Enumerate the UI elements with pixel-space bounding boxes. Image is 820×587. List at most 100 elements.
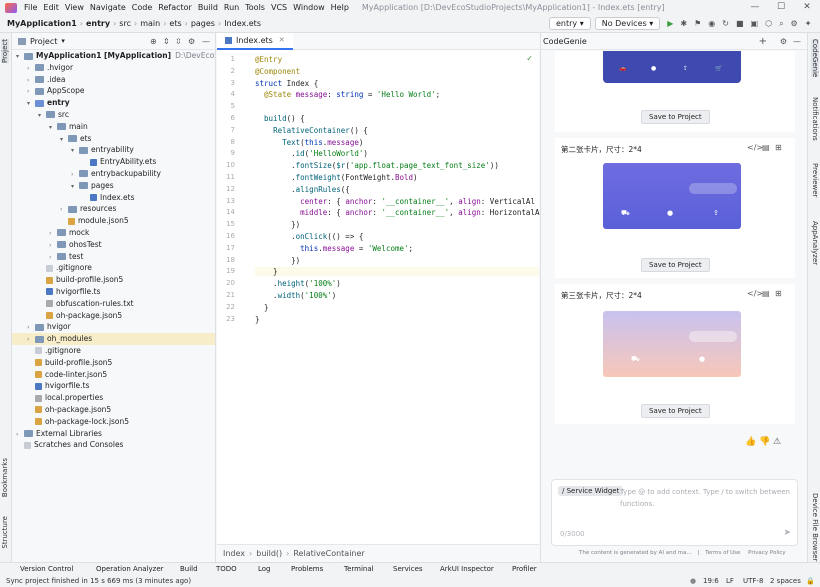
sdk-icon[interactable]: ⬡ <box>765 19 772 28</box>
terms-link[interactable]: Terms of Use <box>705 550 740 556</box>
code-line[interactable]: .onClick(() => { <box>255 232 363 241</box>
tree-item[interactable]: EntryAbility.ets <box>12 156 215 168</box>
tree-item[interactable]: build-profile.json5 <box>12 274 215 286</box>
collapse-all-icon[interactable]: ⇕ <box>163 37 170 46</box>
code-line[interactable]: .id('HelloWorld') <box>255 149 368 158</box>
code-line[interactable]: RelativeContainer() { <box>255 126 368 135</box>
code-line[interactable]: this.message = 'Welcome'; <box>255 244 413 253</box>
code-line[interactable]: @Entry <box>255 55 282 64</box>
code-line[interactable]: @Component <box>255 67 300 76</box>
genie-hide-icon[interactable]: — <box>793 37 801 46</box>
code-line[interactable]: } <box>255 267 539 277</box>
lock-icon[interactable]: 🔒 <box>806 577 815 585</box>
service-widget-tag[interactable]: / Service Widget <box>558 486 624 496</box>
tree-item[interactable]: oh-package.json5 <box>12 404 215 416</box>
chevron-right-icon[interactable]: › <box>49 228 57 239</box>
chevron-right-icon[interactable]: › <box>27 63 35 74</box>
menu-view[interactable]: View <box>62 3 87 12</box>
tree-item[interactable]: › ohosTest <box>12 239 215 251</box>
send-icon[interactable]: ➤ <box>783 528 791 538</box>
tree-item[interactable]: ▾ MyApplication1 [MyApplication] D:\DevEco… <box>12 50 215 62</box>
tab-index-ets[interactable]: Index.ets ✕ <box>217 32 293 50</box>
crumb-entry[interactable]: entry <box>83 19 113 28</box>
chevron-right-icon[interactable]: › <box>16 429 24 440</box>
sync-icon[interactable]: ↻ <box>722 19 729 28</box>
menu-refactor[interactable]: Refactor <box>155 3 195 12</box>
privacy-link[interactable]: Privacy Policy <box>748 550 785 556</box>
crumb-project[interactable]: MyApplication1 <box>4 19 80 28</box>
expand-all-icon[interactable]: ⇳ <box>175 37 182 46</box>
code-line[interactable]: } <box>255 303 269 312</box>
save-to-project-button-1[interactable]: Save to Project <box>641 110 710 124</box>
tree-item[interactable]: › test <box>12 251 215 263</box>
code-area[interactable]: @Entry @Component struct Index { @State me… <box>217 51 539 544</box>
tree-item[interactable]: Scratches and Consoles <box>12 439 215 451</box>
tab-close-icon[interactable]: ✕ <box>279 36 285 44</box>
assistant-icon[interactable]: ✦ <box>805 19 812 28</box>
chevron-down-icon[interactable]: ▾ <box>71 181 79 192</box>
tree-item[interactable]: › External Libraries <box>12 428 215 440</box>
menu-help[interactable]: Help <box>328 3 352 12</box>
device-file-browser-tool-tab[interactable]: Device File Browser <box>811 493 819 561</box>
menu-navigate[interactable]: Navigate <box>87 3 129 12</box>
bottom-tab-todo[interactable]: TODO <box>216 565 237 573</box>
tree-item[interactable]: obfuscation-rules.txt <box>12 298 215 310</box>
bottom-tab-services[interactable]: Services <box>393 565 423 573</box>
tree-item[interactable]: local.properties <box>12 392 215 404</box>
tree-item[interactable]: › AppScope <box>12 85 215 97</box>
tree-item[interactable]: ▾ main <box>12 121 215 133</box>
tree-item[interactable]: ▾ entryability <box>12 144 215 156</box>
menu-vcs[interactable]: VCS <box>268 3 290 12</box>
tree-item[interactable]: .gitignore <box>12 345 215 357</box>
crumb-pages[interactable]: pages <box>188 19 218 28</box>
genie-settings-icon[interactable]: ⚙ <box>780 37 787 46</box>
code-line[interactable]: }) <box>255 256 300 265</box>
settings-icon[interactable]: ⚙ <box>791 19 798 28</box>
notifications-tool-tab[interactable]: Notifications <box>811 97 819 141</box>
bottom-tab-arkui-inspector[interactable]: ArkUI Inspector <box>440 565 494 573</box>
search-icon[interactable]: ⌕ <box>779 19 783 29</box>
bottom-tab-operation-analyzer[interactable]: Operation Analyzer <box>96 565 164 573</box>
bookmarks-tool-tab[interactable]: Bookmarks <box>1 458 9 497</box>
maximize-icon[interactable]: ☐ <box>768 0 794 15</box>
code-line[interactable]: .alignRules({ <box>255 185 350 194</box>
tree-item[interactable]: › oh_modules <box>12 333 215 345</box>
tree-item[interactable]: module.json5 <box>12 215 215 227</box>
chevron-down-icon[interactable]: ▾ <box>38 110 46 121</box>
tree-item[interactable]: › mock <box>12 227 215 239</box>
locate-icon[interactable]: ⊕ <box>150 37 157 46</box>
chevron-right-icon[interactable]: › <box>49 252 57 263</box>
tree-item[interactable]: ▾ ets <box>12 133 215 145</box>
crumb-src[interactable]: src <box>116 19 134 28</box>
tree-item[interactable]: › hvigor <box>12 321 215 333</box>
crumb-main[interactable]: main <box>137 19 163 28</box>
options-gear-icon[interactable]: ⚙ <box>188 37 195 46</box>
appanalyzer-tool-tab[interactable]: AppAnalyzer <box>811 221 819 265</box>
chevron-right-icon[interactable]: › <box>49 240 57 251</box>
tree-item[interactable]: build-profile.json5 <box>12 357 215 369</box>
chevron-down-icon[interactable]: ▾ <box>49 122 57 133</box>
bottom-tab-problems[interactable]: Problems <box>291 565 323 573</box>
hide-panel-icon[interactable]: — <box>202 37 210 46</box>
menu-code[interactable]: Code <box>129 3 155 12</box>
bottom-tab-profiler[interactable]: Profiler <box>512 565 537 573</box>
tree-item[interactable]: hvigorfile.ts <box>12 286 215 298</box>
attach-icon[interactable]: ⚑ <box>694 19 701 28</box>
copy-code-icon[interactable]: </> <box>747 289 763 298</box>
run-config-select[interactable]: entry ▾ <box>549 17 591 30</box>
code-line[interactable]: middle: { anchor: '__container__', align… <box>255 208 539 217</box>
code-line[interactable]: struct Index { <box>255 79 318 88</box>
device-manager-icon[interactable]: ▣ <box>751 19 759 28</box>
code-line[interactable]: @State message: string = 'Hello World'; <box>255 90 440 99</box>
previewer-tool-tab[interactable]: Previewer <box>811 163 819 197</box>
line-separator[interactable]: LF <box>726 577 734 585</box>
device-select[interactable]: No Devices ▾ <box>594 17 661 30</box>
chevron-right-icon[interactable]: › <box>27 322 35 333</box>
editor-crumb-build[interactable]: build() <box>256 549 282 558</box>
preview-icon[interactable]: ⊞ <box>775 143 782 152</box>
menu-edit[interactable]: Edit <box>40 3 62 12</box>
codegenie-tool-tab[interactable]: CodeGenie <box>811 39 819 78</box>
debug-icon[interactable]: ✱ <box>680 19 687 28</box>
menu-build[interactable]: Build <box>195 3 221 12</box>
code-line[interactable]: .width('100%') <box>255 291 336 300</box>
